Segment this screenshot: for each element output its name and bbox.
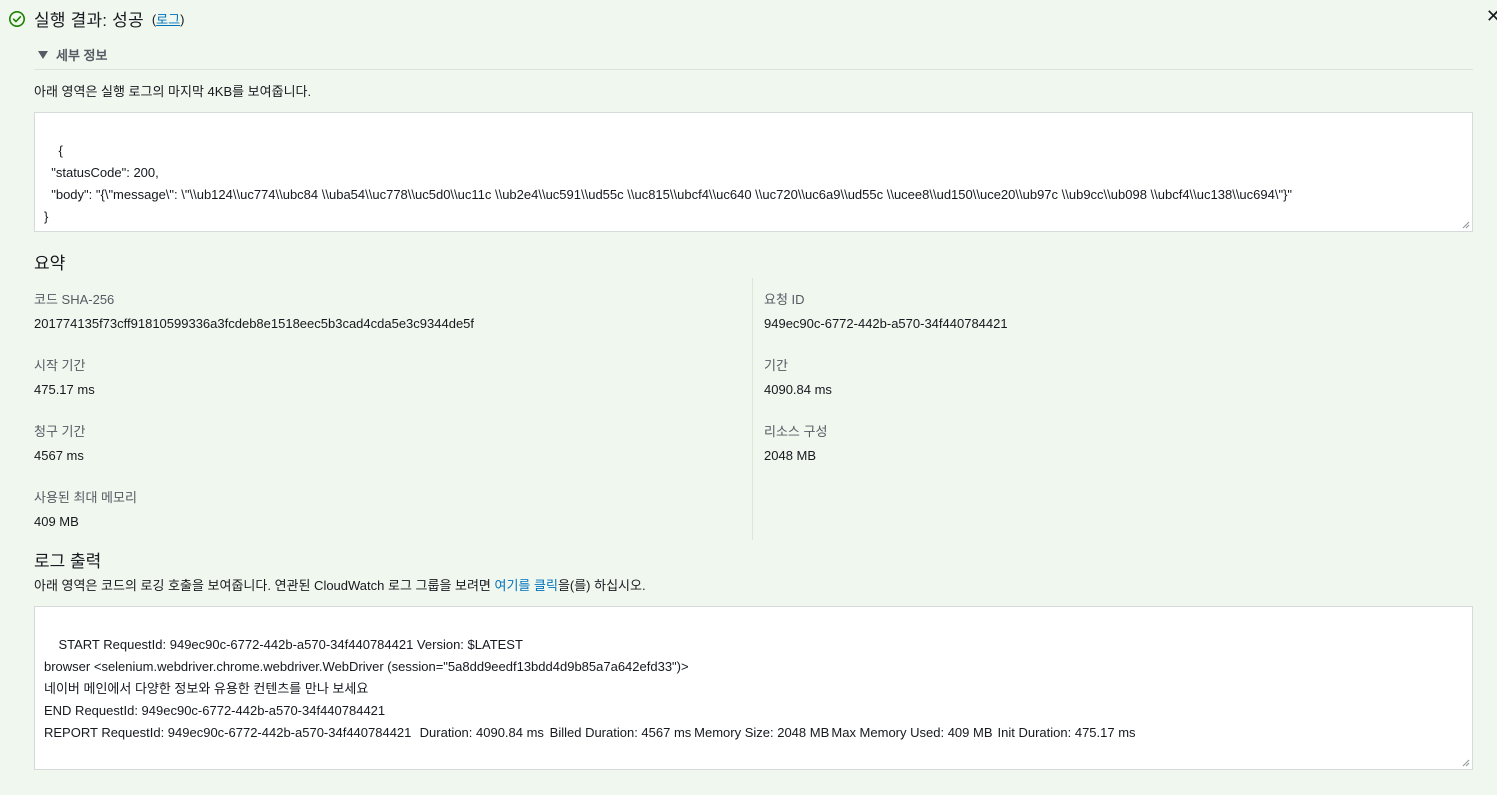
log-link-wrapper: (로그) [152, 9, 185, 28]
resize-handle-icon[interactable] [1462, 759, 1470, 767]
cloudwatch-link[interactable]: 여기를 클릭 [495, 578, 558, 593]
check-circle-icon [9, 10, 25, 27]
summary-item-duration: 기간 4090.84 ms [764, 355, 832, 397]
log-output-textarea[interactable]: START RequestId: 949ec90c-6772-442b-a570… [34, 606, 1473, 770]
summary-item-billed-duration: 청구 기간 4567 ms [34, 421, 85, 463]
result-title: 실행 결과: 성공 [34, 11, 144, 30]
summary-value: 409 MB [34, 514, 79, 529]
paren-close: ) [180, 12, 185, 27]
execution-output-textarea[interactable]: { "statusCode": 200, "body": "{\"message… [34, 112, 1473, 232]
resize-handle-icon[interactable] [1462, 221, 1470, 229]
log-desc-prefix: 아래 영역은 코드의 로깅 호출을 보여줍니다. 연관된 CloudWatch … [34, 578, 495, 593]
summary-label: 청구 기간 [34, 424, 86, 439]
summary-value: 2048 MB [764, 448, 817, 463]
summary-value: 4567 ms [34, 448, 84, 463]
execution-output-text: { "statusCode": 200, "body": "{\"message… [44, 143, 1293, 224]
summary-item-request-id: 요청 ID 949ec90c-6772-442b-a570-34f4407844… [764, 289, 1008, 331]
details-toggle[interactable]: 세부 정보 [38, 45, 107, 64]
summary-grid: 코드 SHA-256 201774135f73cff91810599336a3f… [34, 278, 1473, 540]
summary-label: 요청 ID [764, 292, 805, 307]
summary-item-max-memory: 사용된 최대 메모리 409 MB [34, 487, 137, 529]
summary-value: 949ec90c-6772-442b-a570-34f440784421 [764, 316, 1008, 331]
log-desc-suffix: 을(를) 하십시오. [557, 578, 646, 593]
details-description: 아래 영역은 실행 로그의 마지막 4KB를 보여줍니다. [34, 84, 312, 99]
summary-value: 4090.84 ms [764, 382, 832, 397]
summary-label: 사용된 최대 메모리 [34, 490, 137, 505]
summary-item-resource-config: 리소스 구성 2048 MB [764, 421, 827, 463]
log-output-description: 아래 영역은 코드의 로깅 호출을 보여줍니다. 연관된 CloudWatch … [34, 575, 646, 594]
column-divider [752, 278, 753, 540]
close-icon[interactable]: ✕ [1486, 6, 1497, 27]
caret-down-icon [38, 50, 48, 59]
details-label: 세부 정보 [56, 48, 108, 63]
execution-result-panel: 실행 결과: 성공 (로그) ✕ 세부 정보 아래 영역은 실행 로그의 마지막… [0, 0, 1497, 795]
summary-title: 요약 [34, 254, 66, 273]
divider [34, 69, 1473, 70]
log-output-title: 로그 출력 [34, 552, 102, 571]
log-link[interactable]: 로그 [156, 12, 180, 27]
log-output-text: START RequestId: 949ec90c-6772-442b-a570… [44, 637, 1136, 740]
summary-label: 시작 기간 [34, 358, 86, 373]
summary-value: 201774135f73cff91810599336a3fcdeb8e1518e… [34, 316, 475, 331]
summary-label: 코드 SHA-256 [34, 292, 115, 307]
summary-value: 475.17 ms [34, 382, 95, 397]
summary-item-init-duration: 시작 기간 475.17 ms [34, 355, 95, 397]
result-header: 실행 결과: 성공 (로그) [8, 6, 184, 31]
summary-label: 기간 [764, 358, 788, 373]
summary-label: 리소스 구성 [764, 424, 828, 439]
summary-item-code-sha: 코드 SHA-256 201774135f73cff91810599336a3f… [34, 289, 474, 331]
